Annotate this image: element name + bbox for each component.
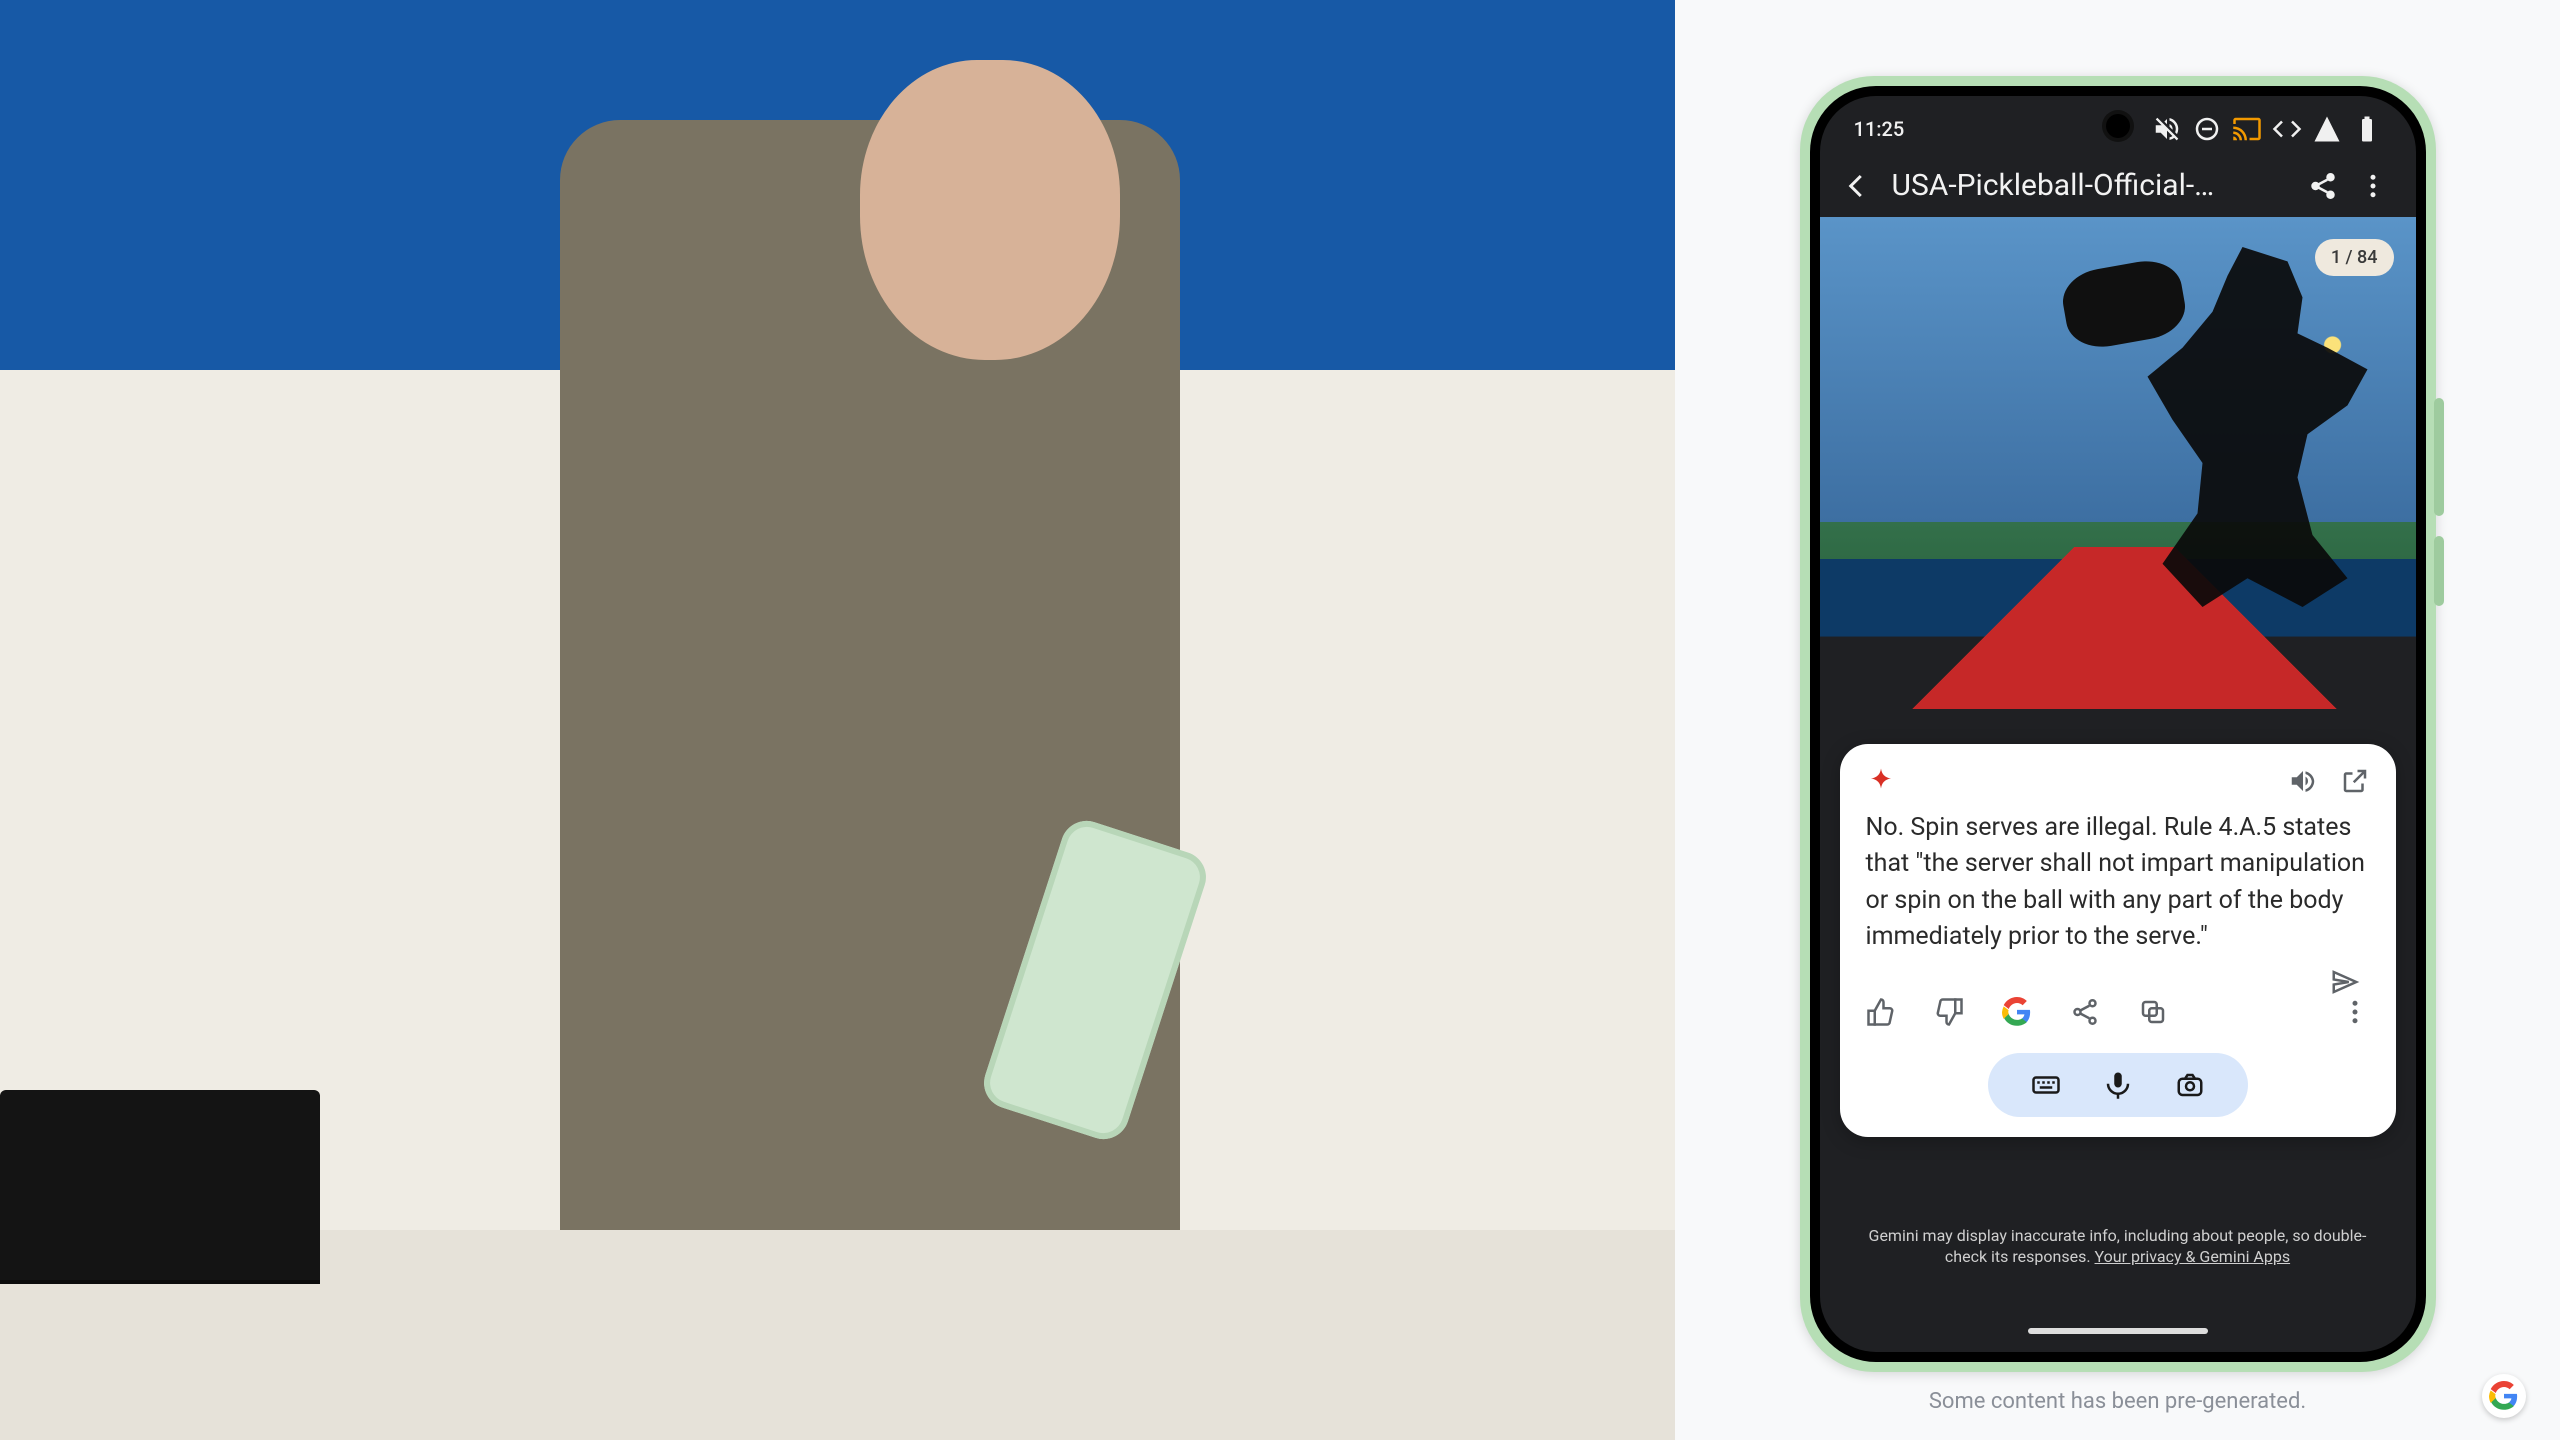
mic-icon[interactable]: [2103, 1070, 2133, 1100]
google-g-icon[interactable]: [2002, 997, 2032, 1027]
power-button: [2434, 536, 2444, 606]
document-page-image[interactable]: 1 / 84: [1820, 217, 2416, 709]
thumbs-down-icon[interactable]: [1934, 997, 1964, 1027]
signal-icon: [2312, 114, 2342, 144]
dev-icon: [2272, 114, 2302, 144]
gesture-handle[interactable]: [2028, 1328, 2208, 1334]
dnd-icon: [2192, 114, 2222, 144]
google-badge: [2482, 1374, 2526, 1418]
tts-icon[interactable]: [2288, 766, 2318, 796]
laptop: [0, 1090, 320, 1280]
overflow-icon[interactable]: [2358, 171, 2388, 201]
input-mode-pill: [1988, 1053, 2248, 1117]
gemini-answer-text: No. Spin serves are illegal. Rule 4.A.5 …: [1866, 810, 2370, 955]
mute-icon: [2152, 114, 2182, 144]
status-time: 11:25: [1854, 117, 1905, 141]
camera-icon[interactable]: [2175, 1070, 2205, 1100]
copy-icon[interactable]: [2138, 997, 2168, 1027]
volume-button: [2434, 398, 2444, 516]
privacy-link[interactable]: Your privacy & Gemini Apps: [2095, 1247, 2291, 1266]
document-titlebar: USA-Pickleball-Official-…: [1820, 144, 2416, 217]
phone-frame: 11:25 USA-Pickleball-Offi: [1800, 76, 2436, 1372]
cast-icon: [2232, 114, 2262, 144]
battery-icon: [2352, 114, 2382, 144]
gemini-spark-icon: [1866, 766, 1896, 796]
gemini-response-card: No. Spin serves are illegal. Rule 4.A.5 …: [1840, 744, 2396, 1137]
phone-screen: 11:25 USA-Pickleball-Offi: [1820, 96, 2416, 1352]
response-actions: [1866, 997, 2370, 1027]
open-external-icon[interactable]: [2340, 766, 2370, 796]
presenter-head: [860, 60, 1120, 360]
share-icon[interactable]: [2308, 171, 2338, 201]
back-icon[interactable]: [1842, 171, 1872, 201]
document-title: USA-Pickleball-Official-…: [1892, 168, 2288, 203]
share-response-icon[interactable]: [2070, 997, 2100, 1027]
action-overflow-icon[interactable]: [2340, 997, 2370, 1027]
right-pane: 11:25 USA-Pickleball-Offi: [1675, 0, 2560, 1440]
camera-hole: [2106, 114, 2130, 138]
paddle-silhouette: [2058, 255, 2190, 353]
gemini-disclaimer: Gemini may display inaccurate info, incl…: [1820, 1225, 2416, 1268]
thumbs-up-icon[interactable]: [1866, 997, 1896, 1027]
keyboard-icon[interactable]: [2031, 1070, 2061, 1100]
page-count-chip: 1 / 84: [2315, 239, 2394, 276]
pregenerated-caption: Some content has been pre-generated.: [1675, 1389, 2560, 1414]
presenter-photo: [0, 0, 1675, 1440]
send-icon[interactable]: [2330, 967, 2360, 997]
